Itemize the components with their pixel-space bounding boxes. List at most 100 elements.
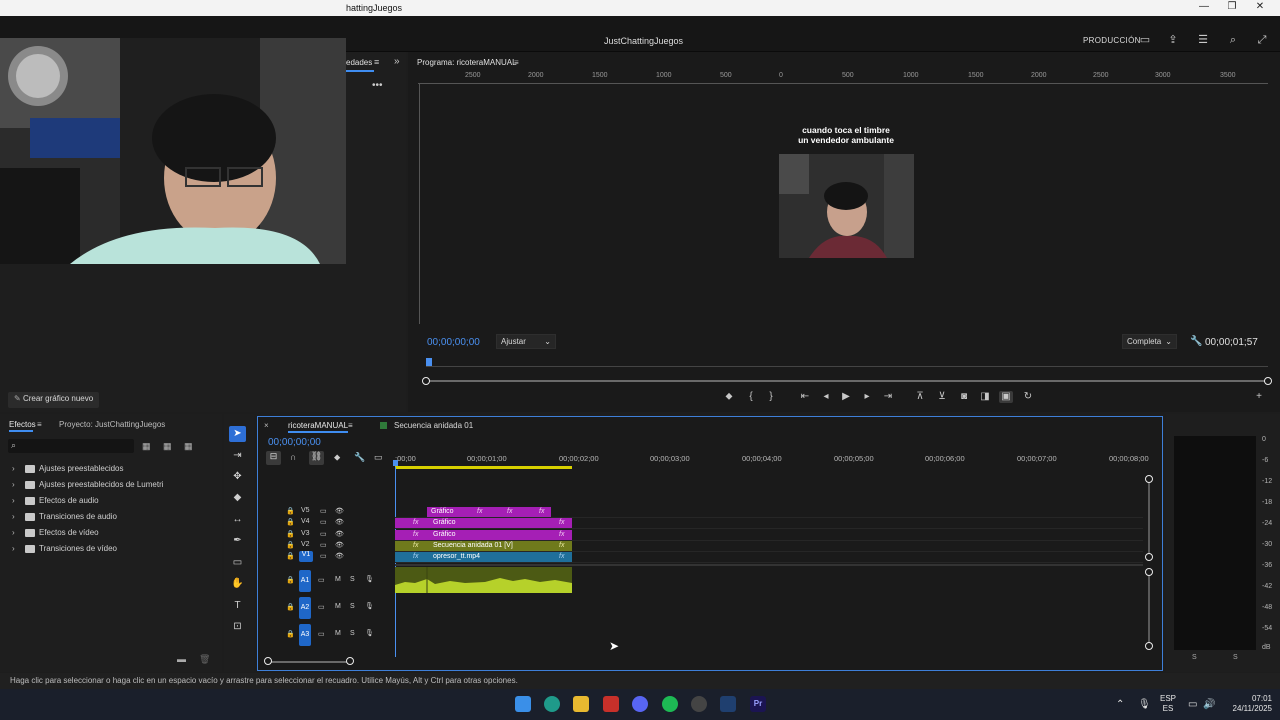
- track-select-tool-icon[interactable]: ⇥: [229, 448, 246, 464]
- solo-button[interactable]: S: [350, 576, 355, 583]
- fit-select[interactable]: Ajustar ⌄: [496, 334, 556, 349]
- sync-icon[interactable]: ▭: [320, 541, 327, 549]
- accelerated-effects-icon[interactable]: ▦: [142, 441, 151, 452]
- nest-icon[interactable]: ⊟: [266, 451, 281, 465]
- sync-icon[interactable]: ▭: [318, 630, 325, 638]
- eye-icon[interactable]: 👁: [335, 530, 344, 538]
- language-indicator[interactable]: ESP ES: [1160, 694, 1176, 714]
- audio-vertical-scrollbar[interactable]: [1148, 572, 1150, 646]
- microphone-icon[interactable]: 🎙: [365, 575, 374, 583]
- sync-icon[interactable]: ▭: [320, 552, 327, 560]
- add-button-icon[interactable]: +: [1252, 391, 1266, 403]
- zoom-navigator[interactable]: [426, 380, 1268, 382]
- zoom-start-handle[interactable]: [422, 377, 430, 385]
- razor-tool-icon[interactable]: ◆: [229, 490, 246, 506]
- lock-icon[interactable]: 🔒: [286, 530, 295, 538]
- lock-icon[interactable]: 🔒: [286, 541, 295, 549]
- scroll-handle[interactable]: [1145, 568, 1153, 576]
- linked-selection-icon[interactable]: ⛓: [309, 451, 324, 465]
- microphone-icon[interactable]: 🎙: [1138, 699, 1151, 710]
- mute-button[interactable]: M: [335, 603, 341, 610]
- premiere-pro-icon[interactable]: Pr: [750, 696, 766, 712]
- add-marker-icon[interactable]: ⬥: [334, 452, 340, 463]
- tab-project[interactable]: Proyecto: JustChattingJuegos: [59, 420, 165, 429]
- quality-select[interactable]: Completa ⌄: [1122, 334, 1177, 349]
- timeline-playhead[interactable]: [393, 460, 398, 466]
- solo-button[interactable]: S: [350, 630, 355, 637]
- 32bit-effects-icon[interactable]: ▦: [163, 441, 172, 452]
- discord-icon[interactable]: [632, 696, 648, 712]
- more-options-icon[interactable]: •••: [372, 80, 383, 91]
- timeline-timecode[interactable]: 00;00;00;00: [268, 437, 321, 448]
- delete-icon[interactable]: 🗑: [199, 654, 210, 665]
- mark-out-icon[interactable]: }: [764, 391, 778, 403]
- network-icon[interactable]: ▭: [1188, 699, 1197, 710]
- solo-button[interactable]: S: [350, 603, 355, 610]
- effects-menu-icon[interactable]: ≡: [37, 420, 42, 429]
- ripple-edit-tool-icon[interactable]: ✥: [229, 469, 246, 485]
- calendar-app-icon[interactable]: [603, 696, 619, 712]
- vr-video-icon[interactable]: ↻: [1021, 391, 1035, 403]
- sync-icon[interactable]: ▭: [318, 603, 325, 611]
- hand-tool-icon[interactable]: ✋: [229, 576, 246, 592]
- volume-icon[interactable]: 🔊: [1203, 699, 1215, 710]
- extract-icon[interactable]: ⊻: [935, 391, 949, 403]
- chevron-up-icon[interactable]: ⌃: [1116, 699, 1124, 710]
- zoom-end-handle[interactable]: [1264, 377, 1272, 385]
- windows-start-icon[interactable]: [515, 696, 531, 712]
- spotify-icon[interactable]: [662, 696, 678, 712]
- panel-layout-icon[interactable]: ▭: [1138, 34, 1152, 46]
- scroll-handle[interactable]: [1145, 475, 1153, 483]
- step-forward-icon[interactable]: ▸: [860, 391, 874, 403]
- close-icon[interactable]: ×: [264, 421, 269, 430]
- solo-right-button[interactable]: S: [1233, 654, 1238, 661]
- caption-tool-icon[interactable]: ⊡: [229, 619, 246, 635]
- playhead-scrubber[interactable]: [426, 358, 1268, 368]
- remote-app-icon[interactable]: [720, 696, 736, 712]
- sync-icon[interactable]: ▭: [318, 576, 325, 584]
- snap-icon[interactable]: ∩: [290, 452, 296, 462]
- horizontal-zoom-scrollbar[interactable]: [270, 661, 350, 663]
- scroll-handle[interactable]: [1145, 553, 1153, 561]
- track-label[interactable]: A2: [299, 597, 311, 619]
- new-bin-icon[interactable]: ▬: [177, 654, 186, 664]
- lock-icon[interactable]: 🔒: [286, 507, 295, 515]
- mute-button[interactable]: M: [335, 576, 341, 583]
- program-timecode[interactable]: 00;00;00;00: [427, 337, 480, 348]
- tab-sequence[interactable]: ricoteraMANUAL: [288, 421, 348, 430]
- rectangle-tool-icon[interactable]: ▭: [229, 555, 246, 571]
- clip-graphic[interactable]: fx Gráfico fx: [395, 518, 572, 528]
- minimize-button[interactable]: —: [1194, 1, 1214, 15]
- video-vertical-scrollbar[interactable]: [1148, 479, 1150, 557]
- track-divider[interactable]: [395, 564, 1143, 566]
- search-icon[interactable]: ⌕: [1226, 34, 1240, 46]
- slip-tool-icon[interactable]: ↔: [229, 512, 246, 528]
- sync-icon[interactable]: ▭: [320, 507, 327, 515]
- selection-tool-icon[interactable]: ➤: [229, 426, 246, 442]
- lock-icon[interactable]: 🔒: [286, 603, 295, 611]
- track-label[interactable]: A3: [299, 624, 311, 646]
- chevron-right-icon[interactable]: ›: [12, 528, 15, 537]
- panel-menu-icon[interactable]: ≡: [374, 57, 379, 67]
- play-icon[interactable]: ▶: [839, 391, 853, 403]
- track-label[interactable]: A1: [299, 570, 311, 592]
- sync-icon[interactable]: ▭: [320, 530, 327, 538]
- step-back-icon[interactable]: ◂: [819, 391, 833, 403]
- lock-icon[interactable]: 🔒: [286, 552, 295, 560]
- lock-icon[interactable]: 🔒: [286, 518, 295, 526]
- work-area-bar[interactable]: [395, 466, 572, 469]
- safe-margins-icon[interactable]: ▣: [999, 391, 1013, 403]
- timeline-ruler[interactable]: :00;00 00;00;01;00 00;00;02;00 00;00;03;…: [393, 452, 1155, 472]
- steam-icon[interactable]: [691, 696, 707, 712]
- scroll-handle[interactable]: [1145, 642, 1153, 650]
- go-to-out-icon[interactable]: ⇥: [881, 391, 895, 403]
- restore-button[interactable]: ❐: [1222, 1, 1242, 15]
- chevron-right-icon[interactable]: ›: [12, 464, 15, 473]
- marker-icon[interactable]: ⬥: [722, 391, 736, 403]
- zoom-end-handle[interactable]: [346, 657, 354, 665]
- sync-icon[interactable]: ▭: [320, 518, 327, 526]
- playhead[interactable]: [426, 358, 432, 366]
- eye-icon[interactable]: 👁: [335, 541, 344, 549]
- clip-graphic[interactable]: fx Gráfico fx: [395, 530, 572, 540]
- panel-tab-fragment[interactable]: edades: [346, 58, 372, 67]
